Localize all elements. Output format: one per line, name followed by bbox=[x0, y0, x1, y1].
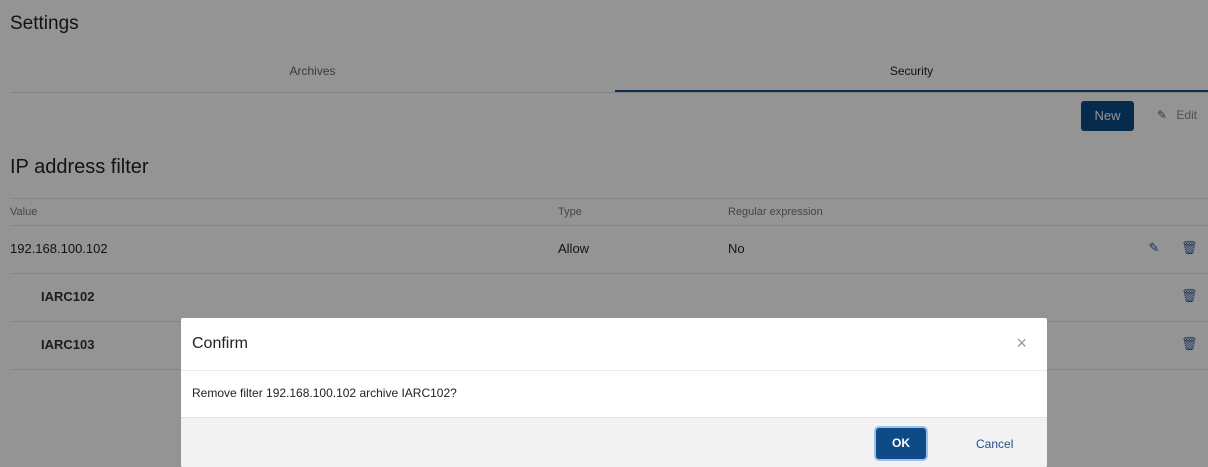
dialog-title: Confirm bbox=[192, 335, 249, 352]
ok-button[interactable]: OK bbox=[876, 428, 926, 459]
dialog-footer: OK Cancel bbox=[181, 417, 1047, 467]
dialog-message: Remove filter 192.168.100.102 archive IA… bbox=[192, 386, 457, 400]
close-icon[interactable]: × bbox=[1016, 333, 1027, 354]
confirm-dialog: Confirm × Remove filter 192.168.100.102 … bbox=[181, 318, 1047, 467]
dialog-header: Confirm × bbox=[181, 318, 1047, 371]
cancel-button[interactable]: Cancel bbox=[976, 437, 1013, 451]
